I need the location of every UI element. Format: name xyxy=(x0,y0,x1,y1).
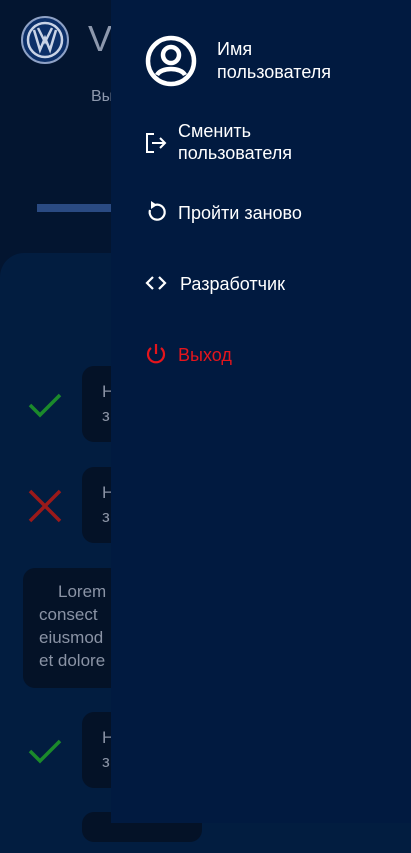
navigation-drawer: Имя пользователя Сменить пользователя Пр… xyxy=(111,0,411,823)
menu-item-switch-user[interactable]: Сменить пользователя xyxy=(145,120,395,166)
check-icon xyxy=(28,739,62,764)
power-icon xyxy=(146,344,166,364)
user-name: Имя пользователя xyxy=(217,39,331,82)
menu-item-label: Сменить пользователя xyxy=(178,121,292,163)
check-icon xyxy=(28,393,62,418)
menu-item-label: Разработчик xyxy=(180,274,285,294)
switch-user-icon xyxy=(146,133,167,153)
account-circle-icon xyxy=(145,35,197,87)
drawer-header: Имя пользователя xyxy=(145,35,405,87)
menu-item-restart[interactable]: Пройти заново xyxy=(145,200,395,226)
cross-icon xyxy=(28,489,62,523)
menu-item-label: Выход xyxy=(178,345,232,365)
menu-item-developer[interactable]: Разработчик xyxy=(145,271,395,297)
restart-icon xyxy=(148,201,166,221)
app-title: V xyxy=(88,18,113,59)
app-subtitle: Вы xyxy=(91,88,114,105)
vw-logo-icon xyxy=(21,16,69,64)
menu-item-label: Пройти заново xyxy=(178,203,302,223)
code-icon xyxy=(145,276,167,290)
menu-item-logout[interactable]: Выход xyxy=(145,342,395,368)
